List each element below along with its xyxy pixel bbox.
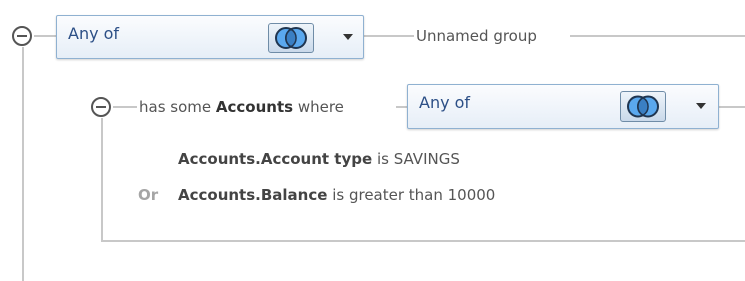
root-group-collapse-button[interactable] xyxy=(12,26,32,46)
root-collapse-connector-line xyxy=(34,35,56,37)
root-group-dropdown-chevron-icon xyxy=(343,34,353,40)
condition-row[interactable]: Accounts.Account type is SAVINGS xyxy=(178,150,460,168)
subquery-combine-dropdown[interactable]: Any of xyxy=(407,84,719,129)
root-combo-to-name-line xyxy=(364,35,414,37)
condition-connector-or: Or xyxy=(138,186,159,204)
subquery-collapse-button[interactable] xyxy=(91,97,111,117)
subquery-entity[interactable]: Accounts xyxy=(216,98,293,116)
subquery-suffix: where xyxy=(297,98,344,116)
subquery-dropdown-chevron-icon xyxy=(696,103,706,109)
subquery-prefix: has some xyxy=(139,98,212,116)
condition-operator[interactable]: is greater than 10000 xyxy=(332,186,495,204)
root-name-trailing-line xyxy=(570,35,745,37)
subquery-where-connector-line xyxy=(396,106,407,108)
subquery-label: has some Accounts where xyxy=(139,98,344,116)
subquery-trailing-line xyxy=(719,106,745,108)
venn-intersection-icon xyxy=(268,23,314,53)
group-name-field[interactable]: Unnamed group xyxy=(414,27,539,45)
condition-field[interactable]: Accounts.Account type xyxy=(178,150,372,168)
root-group-vertical-line xyxy=(22,47,24,281)
condition-row[interactable]: Accounts.Balance is greater than 10000 xyxy=(178,186,495,204)
subquery-combine-value: Any of xyxy=(419,93,471,112)
root-group-combine-dropdown[interactable]: Any of xyxy=(56,15,364,59)
subquery-bottom-line xyxy=(101,240,745,242)
subquery-vertical-line xyxy=(101,118,103,242)
subquery-collapse-connector-line xyxy=(113,106,137,108)
condition-operator[interactable]: is SAVINGS xyxy=(377,150,460,168)
condition-field[interactable]: Accounts.Balance xyxy=(178,186,327,204)
root-group-combine-value: Any of xyxy=(68,24,120,43)
venn-intersection-icon xyxy=(620,91,666,122)
